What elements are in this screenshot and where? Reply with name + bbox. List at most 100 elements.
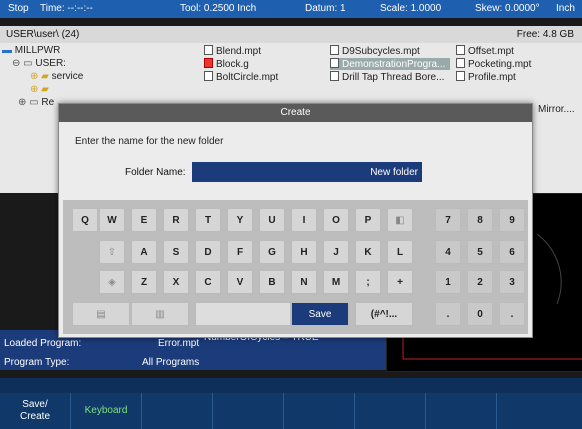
key-3[interactable]: 3: [499, 270, 525, 294]
key-m[interactable]: M: [323, 270, 349, 294]
key-r[interactable]: R: [163, 208, 189, 232]
shift-icon[interactable]: ⇧: [99, 240, 125, 264]
key-q[interactable]: Q: [72, 208, 98, 232]
key-0[interactable]: 0: [467, 302, 493, 326]
dialog-prompt: Enter the name for the new folder: [75, 136, 224, 147]
file-icon: [330, 58, 339, 68]
key-p[interactable]: P: [355, 208, 381, 232]
machine-state: Stop: [8, 3, 29, 14]
save-button[interactable]: Save: [291, 302, 349, 326]
key-a[interactable]: A: [131, 240, 157, 264]
file-item[interactable]: Offset.mpt: [456, 45, 514, 57]
key-z[interactable]: Z: [131, 270, 157, 294]
tree-item-re[interactable]: ⊕ ▭ Re: [18, 97, 54, 108]
key-4[interactable]: 4: [435, 240, 461, 264]
key-2[interactable]: 2: [467, 270, 493, 294]
key-w[interactable]: W: [99, 208, 125, 232]
key-d[interactable]: D: [195, 240, 221, 264]
file-item[interactable]: Mirror....: [538, 104, 575, 115]
file-item[interactable]: Pocketing.mpt: [456, 58, 531, 70]
key-s[interactable]: S: [163, 240, 189, 264]
folder-name-input[interactable]: [192, 162, 422, 182]
key-y[interactable]: Y: [227, 208, 253, 232]
loaded-program-value: Error.mpt: [158, 338, 200, 349]
backspace-icon[interactable]: ◧: [387, 208, 413, 232]
loaded-program-label: Loaded Program:: [4, 338, 82, 349]
key-j[interactable]: J: [323, 240, 349, 264]
drive-icon: ⊖ ▭: [12, 58, 33, 69]
file-item[interactable]: BoltCircle.mpt: [204, 71, 278, 83]
file-icon: [456, 71, 465, 81]
softkey-empty[interactable]: [426, 393, 497, 429]
tree-item-service[interactable]: ⊕ ▰ service: [30, 71, 83, 82]
key-8[interactable]: 8: [467, 208, 493, 232]
path-bar: USER\user\ (24) Free: 4.8 GB: [0, 26, 582, 43]
tree-item-millpwr[interactable]: ▬ MILLPWR: [2, 45, 60, 56]
key-6[interactable]: 6: [499, 240, 525, 264]
space-key[interactable]: [195, 302, 291, 326]
scale-readout: Scale: 1.0000: [380, 3, 442, 14]
key-n[interactable]: N: [291, 270, 317, 294]
skew-readout: Skew: 0.0000°: [475, 3, 540, 14]
dialog-title: Create: [59, 104, 532, 122]
key-1[interactable]: 1: [435, 270, 461, 294]
drive-icon: ▬: [2, 45, 12, 56]
clear-icon[interactable]: ▤: [72, 302, 130, 326]
key-e[interactable]: E: [131, 208, 157, 232]
key-o[interactable]: O: [323, 208, 349, 232]
paste-icon[interactable]: ▥: [131, 302, 189, 326]
key-c[interactable]: C: [195, 270, 221, 294]
key-v[interactable]: V: [227, 270, 253, 294]
program-type-value: All Programs: [142, 357, 200, 368]
tree-item-folder[interactable]: ⊕ ▰: [30, 84, 49, 95]
tool-readout: Tool: 0.2500 Inch: [180, 3, 257, 14]
file-icon: [204, 58, 213, 68]
key-t[interactable]: T: [195, 208, 221, 232]
caps-icon[interactable]: ◈: [99, 270, 125, 294]
folder-name-label: Folder Name:: [125, 167, 186, 178]
key-x[interactable]: X: [163, 270, 189, 294]
symbols-key[interactable]: (#^!...: [355, 302, 413, 326]
softkey-empty[interactable]: [142, 393, 213, 429]
softkey-bar: Save/ Create Keyboard: [0, 378, 582, 429]
key-dot[interactable]: .: [499, 302, 525, 326]
folder-icon: ⊕ ▭: [18, 97, 39, 108]
file-icon: [330, 71, 339, 81]
file-icon: [330, 45, 339, 55]
softkey-save-create[interactable]: Save/ Create: [0, 393, 71, 429]
file-item[interactable]: Blend.mpt: [204, 45, 261, 57]
create-folder-dialog: Create Enter the name for the new folder…: [58, 103, 533, 338]
file-icon: [456, 45, 465, 55]
key-b[interactable]: B: [259, 270, 285, 294]
softkey-keyboard[interactable]: Keyboard: [71, 393, 142, 429]
key-9[interactable]: 9: [499, 208, 525, 232]
key-u[interactable]: U: [259, 208, 285, 232]
file-item[interactable]: Block.g: [204, 58, 249, 70]
file-icon: [204, 45, 213, 55]
softkey-empty[interactable]: [355, 393, 426, 429]
file-item-selected[interactable]: DemonstrationProgra...: [330, 58, 450, 70]
folder-icon: ⊕ ▰: [30, 84, 49, 95]
tree-item-user[interactable]: ⊖ ▭ USER:: [12, 58, 66, 69]
key-7[interactable]: 7: [435, 208, 461, 232]
key-minus[interactable]: .: [435, 302, 461, 326]
softkey-empty[interactable]: [213, 393, 284, 429]
key-k[interactable]: K: [355, 240, 381, 264]
current-path: USER\user\ (24): [6, 29, 80, 40]
program-type-label: Program Type:: [4, 357, 70, 368]
key-g[interactable]: G: [259, 240, 285, 264]
file-item[interactable]: Drill Tap Thread Bore...: [330, 71, 444, 83]
folder-icon: ⊕ ▰: [30, 71, 49, 82]
time-readout: Time: --:--:--: [40, 3, 93, 14]
key-f[interactable]: F: [227, 240, 253, 264]
softkey-empty[interactable]: [284, 393, 355, 429]
file-item[interactable]: D9Subcycles.mpt: [330, 45, 420, 57]
key-plus[interactable]: +: [387, 270, 413, 294]
key-semicolon[interactable]: ;: [355, 270, 381, 294]
key-5[interactable]: 5: [467, 240, 493, 264]
key-h[interactable]: H: [291, 240, 317, 264]
softkey-empty[interactable]: [497, 393, 582, 429]
key-i[interactable]: I: [291, 208, 317, 232]
key-l[interactable]: L: [387, 240, 413, 264]
file-item[interactable]: Profile.mpt: [456, 71, 516, 83]
